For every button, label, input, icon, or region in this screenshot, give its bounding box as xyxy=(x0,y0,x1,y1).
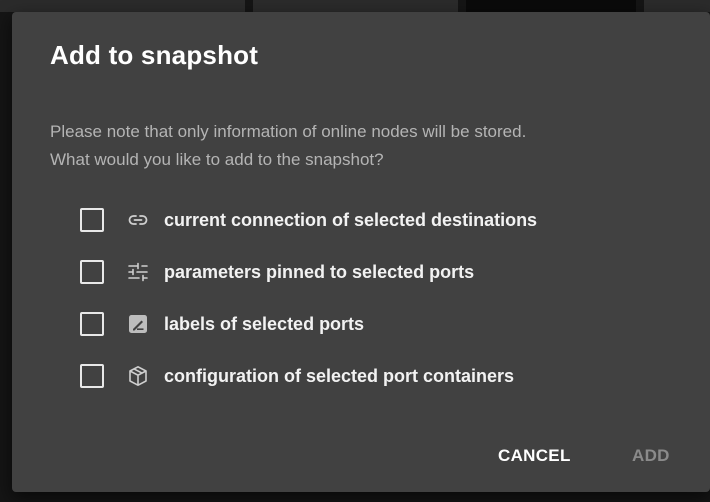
option-port-labels[interactable]: labels of selected ports xyxy=(80,306,660,342)
option-label: current connection of selected destinati… xyxy=(164,209,538,230)
option-pinned-parameters[interactable]: parameters pinned to selected ports xyxy=(80,254,660,290)
description-line-1: Please note that only information of onl… xyxy=(50,122,527,141)
checkbox-pinned-parameters[interactable] xyxy=(80,260,104,284)
checkbox-port-labels[interactable] xyxy=(80,312,104,336)
option-current-connection[interactable]: current connection of selected destinati… xyxy=(80,202,660,238)
dialog-title: Add to snapshot xyxy=(50,40,259,70)
link-icon xyxy=(126,208,150,232)
cancel-button[interactable]: CANCEL xyxy=(492,440,577,472)
description-line-2: What would you like to add to the snapsh… xyxy=(50,150,384,169)
checkbox-port-containers-config[interactable] xyxy=(80,364,104,388)
background-panel xyxy=(644,0,710,12)
label-edit-icon xyxy=(126,312,150,336)
add-button[interactable]: ADD xyxy=(626,440,676,472)
tune-sliders-icon xyxy=(126,260,150,284)
add-to-snapshot-dialog: Add to snapshot Please note that only in… xyxy=(12,12,710,492)
checkbox-current-connection[interactable] xyxy=(80,208,104,232)
dialog-description: Please note that only information of onl… xyxy=(50,118,690,174)
background-panel xyxy=(253,0,458,12)
background-panel xyxy=(466,0,636,12)
background-panel xyxy=(0,0,245,12)
option-port-containers-config[interactable]: configuration of selected port container… xyxy=(80,358,660,394)
option-label: labels of selected ports xyxy=(164,313,365,334)
option-label: configuration of selected port container… xyxy=(164,365,515,386)
option-label: parameters pinned to selected ports xyxy=(164,261,475,282)
cube-icon xyxy=(126,364,150,388)
